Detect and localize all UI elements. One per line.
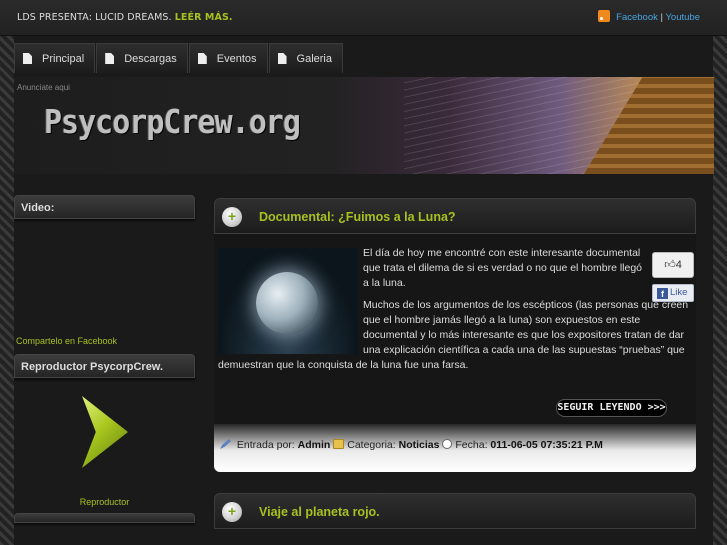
document-icon <box>105 53 115 64</box>
facebook-link[interactable]: Facebook <box>616 12 658 23</box>
nav-tab-label: Principal <box>42 52 85 65</box>
top-bar: LDS PRESENTA: LUCID DREAMS. LEÉR MÁS. Fa… <box>0 0 727 36</box>
post-title[interactable]: Documental: ¿Fuimos a la Luna? <box>259 210 456 224</box>
play-icon[interactable] <box>82 396 128 468</box>
document-icon <box>197 53 207 64</box>
share-facebook-link[interactable]: Compartelo en Facebook <box>16 336 117 346</box>
announcement-text: LDS PRESENTA: LUCID DREAMS. <box>17 12 172 23</box>
post-article: + Viaje al planeta rojo. <box>214 493 696 529</box>
facebook-like-button[interactable]: f Like <box>652 284 694 302</box>
social-separator: | <box>660 12 663 23</box>
nav-tab-eventos[interactable]: Eventos <box>188 43 268 73</box>
nav-tab-label: Galeria <box>296 52 332 65</box>
like-count-badge: 👍︎4 <box>652 252 694 278</box>
nav-tab-label: Eventos <box>216 52 257 65</box>
ad-link[interactable]: Anunciate aqui <box>17 83 70 92</box>
next-box-title <box>14 513 195 523</box>
video-box-title: Video: <box>14 195 195 219</box>
post-header: + Documental: ¿Fuimos a la Luna? <box>214 198 696 234</box>
nav-tab-galeria[interactable]: Galeria <box>268 43 343 73</box>
post-meta: Entrada por: Admin Categoria: Noticias F… <box>214 424 696 472</box>
player-box-title: Reproductor PsycorpCrew. <box>14 354 195 378</box>
rss-icon[interactable] <box>597 10 610 22</box>
thumbs-up-icon: 👍︎ <box>664 259 676 271</box>
post-meta-line: Entrada por: Admin Categoria: Noticias F… <box>220 439 603 451</box>
plus-icon[interactable]: + <box>222 207 242 227</box>
read-more-link[interactable]: LEÉR MÁS. <box>175 12 233 23</box>
facebook-icon: f <box>657 288 668 299</box>
main-nav: Principal Descargas Eventos Galeria <box>14 43 344 73</box>
post-text: El día de hoy me encontré con este inter… <box>218 246 696 380</box>
youtube-link[interactable]: Youtube <box>665 12 700 23</box>
author-label: Entrada por: <box>236 439 295 451</box>
document-icon <box>23 53 32 64</box>
like-label: Like <box>670 287 688 298</box>
post-date: 011-06-05 07:35:21 P.M <box>490 439 603 451</box>
post-article: + Documental: ¿Fuimos a la Luna? El día … <box>214 198 696 472</box>
header-banner: Anunciate aqui PsycorpCrew.org <box>14 77 714 174</box>
read-more-button[interactable]: SEGUIR LEYENDO >>> <box>556 399 667 417</box>
site-logo[interactable]: PsycorpCrew.org <box>44 103 301 142</box>
folder-icon <box>333 439 345 449</box>
left-decoration <box>0 0 14 545</box>
clock-icon <box>442 439 453 449</box>
plus-icon[interactable]: + <box>222 502 242 522</box>
pencil-icon <box>220 439 231 449</box>
announcement: LDS PRESENTA: LUCID DREAMS. LEÉR MÁS. <box>17 12 233 23</box>
like-count: 4 <box>675 259 682 271</box>
video-box: Compartelo en Facebook <box>14 219 195 354</box>
right-decoration <box>713 0 727 545</box>
nav-tab-descargas[interactable]: Descargas <box>96 43 188 73</box>
sidebar: Video: Compartelo en Facebook Reproducto… <box>14 195 195 523</box>
date-label: Fecha: <box>455 439 488 451</box>
player-box: Reproductor <box>14 378 195 513</box>
category-link[interactable]: Noticias <box>399 439 440 451</box>
player-link[interactable]: Reproductor <box>14 497 195 507</box>
nav-tab-label: Descargas <box>124 52 177 65</box>
author-link[interactable]: Admin <box>298 439 331 451</box>
nav-tab-principal[interactable]: Principal <box>14 43 96 73</box>
category-label: Categoria: <box>347 439 396 451</box>
document-icon <box>277 53 287 64</box>
social-links: Facebook | Youtube <box>597 10 700 23</box>
post-body: El día de hoy me encontré con este inter… <box>214 234 696 424</box>
post-title[interactable]: Viaje al planeta rojo. <box>259 505 380 519</box>
post-header: + Viaje al planeta rojo. <box>214 493 696 529</box>
